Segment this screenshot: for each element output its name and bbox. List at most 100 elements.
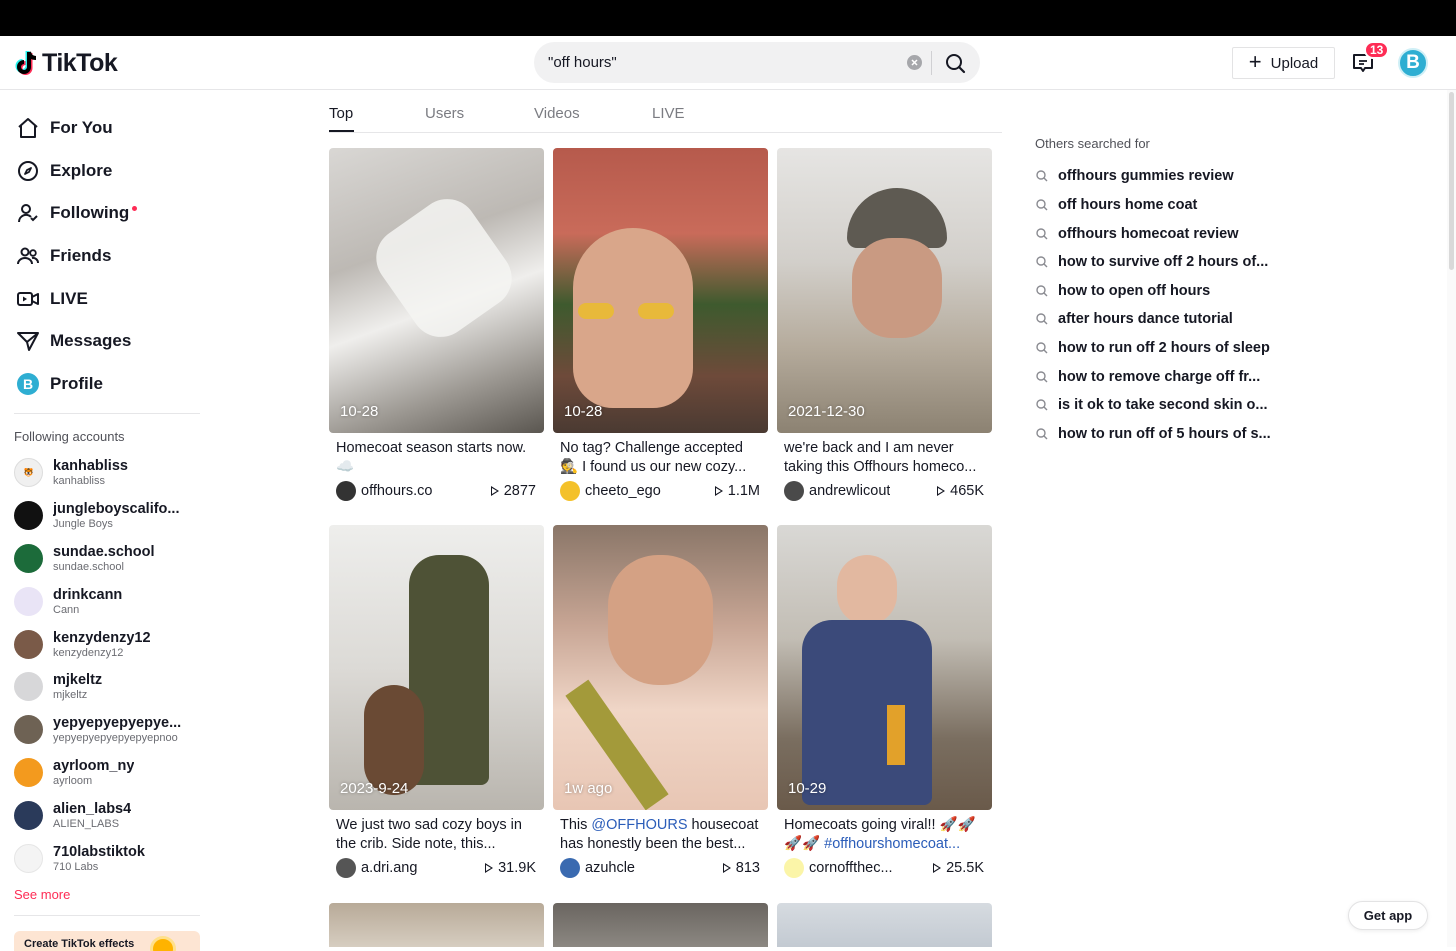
hashtag-link[interactable]: #offhourshomecoat...: [824, 836, 960, 852]
tab-users[interactable]: Users: [425, 105, 464, 122]
video-thumbnail[interactable]: 2021-12-30: [777, 148, 992, 433]
logo-text: TikTok: [42, 48, 118, 77]
nav-profile[interactable]: B Profile: [16, 369, 103, 399]
scrollbar-thumb[interactable]: [1449, 92, 1454, 270]
video-description[interactable]: No tag? Challenge accepted 🕵️ I found us …: [560, 439, 766, 477]
nav-friends[interactable]: Friends: [16, 241, 111, 271]
video-thumbnail[interactable]: 10-28: [329, 148, 544, 433]
creator-avatar[interactable]: [560, 481, 580, 501]
video-description[interactable]: we're back and I am never taking this Off…: [784, 439, 990, 477]
account-name: 710labstiktok: [53, 843, 145, 860]
effects-coin-icon: [150, 936, 176, 951]
video-description[interactable]: Homecoat season starts now. ☁️: [336, 439, 542, 477]
search-suggestion[interactable]: offhours gummies review: [1035, 166, 1234, 186]
nav-live[interactable]: LIVE: [16, 284, 88, 314]
account-handle: Cann: [53, 603, 80, 616]
see-more-link[interactable]: See more: [14, 887, 70, 902]
creator-name[interactable]: cheeto_ego: [585, 483, 661, 499]
search-suggestion[interactable]: is it ok to take second skin o...: [1035, 395, 1268, 415]
tab-videos[interactable]: Videos: [534, 105, 580, 122]
tiktok-logo[interactable]: TikTok: [14, 48, 118, 78]
sidebar-divider: [14, 413, 200, 414]
search-suggestion[interactable]: how to remove charge off fr...: [1035, 367, 1260, 387]
video-thumbnail[interactable]: [777, 903, 992, 947]
video-thumbnail[interactable]: 10-28: [553, 148, 768, 433]
search-icon: [1036, 256, 1048, 268]
get-app-button[interactable]: Get app: [1348, 901, 1428, 930]
search-icon: [1036, 399, 1048, 411]
view-count-value: 31.9K: [498, 860, 536, 876]
create-effects-banner[interactable]: Create TikTok effects: [14, 931, 200, 951]
video-thumbnail[interactable]: 2023-9-24: [329, 525, 544, 810]
suggestion-text: off hours home coat: [1058, 197, 1198, 213]
account-item[interactable]: yepyepyepyepye... yepyepyepyepyepyepnoo: [14, 709, 204, 749]
thumbnail-dog: [364, 685, 424, 795]
creator-avatar[interactable]: [560, 858, 580, 878]
home-icon: [16, 116, 40, 140]
account-item[interactable]: sundae.school sundae.school: [14, 538, 204, 578]
creator-name[interactable]: azuhcle: [585, 860, 635, 876]
nav-for-you[interactable]: For You: [16, 113, 113, 143]
search-suggestion[interactable]: how to survive off 2 hours of...: [1035, 252, 1268, 272]
creator-avatar[interactable]: [784, 481, 804, 501]
creator-avatar[interactable]: [336, 858, 356, 878]
clear-search-icon[interactable]: [907, 55, 922, 70]
creator-name[interactable]: offhours.co: [361, 483, 432, 499]
search-suggestion[interactable]: offhours homecoat review: [1035, 224, 1238, 244]
account-name: sundae.school: [53, 543, 155, 560]
nav-following[interactable]: Following: [16, 198, 138, 228]
creator-name[interactable]: cornoffthec...: [809, 860, 893, 876]
account-name: mjkeltz: [53, 671, 103, 688]
account-handle: mjkeltz: [53, 688, 88, 701]
video-meta: offhours.co 2877: [336, 481, 536, 501]
account-item[interactable]: ayrloom_ny ayrloom: [14, 752, 204, 792]
user-avatar[interactable]: B: [1398, 48, 1428, 78]
account-handle: kenzydenzy12: [53, 646, 124, 659]
account-item[interactable]: kenzydenzy12 kenzydenzy12: [14, 624, 204, 664]
search-input[interactable]: [548, 42, 898, 83]
mention-link[interactable]: @OFFHOURS: [591, 817, 687, 833]
compass-icon: [16, 159, 40, 183]
search-suggestion[interactable]: after hours dance tutorial: [1035, 309, 1233, 329]
account-avatar: [14, 843, 43, 873]
video-thumbnail[interactable]: 1w ago: [553, 525, 768, 810]
desc-line: ☁️: [336, 459, 355, 475]
suggestion-text: how to run off 2 hours of sleep: [1058, 340, 1270, 356]
creator-name[interactable]: a.dri.ang: [361, 860, 417, 876]
account-item[interactable]: 🐯 kanhabliss kanhabliss: [14, 452, 204, 492]
account-handle: ALIEN_LABS: [53, 817, 120, 830]
creator-avatar[interactable]: [336, 481, 356, 501]
account-item[interactable]: jungleboyscalifo... Jungle Boys: [14, 495, 204, 535]
search-divider: [931, 51, 932, 75]
account-item[interactable]: mjkeltz mjkeltz: [14, 666, 204, 706]
thumbnail-coat: [802, 620, 932, 805]
view-count-value: 1.1M: [727, 483, 760, 499]
new-content-dot: [132, 205, 138, 211]
creator-avatar[interactable]: [784, 858, 804, 878]
tab-top[interactable]: Top: [329, 105, 353, 122]
video-description[interactable]: Homecoats going viral!! 🚀🚀 🚀🚀 #offhoursho…: [784, 816, 990, 854]
video-thumbnail[interactable]: [329, 903, 544, 947]
account-item[interactable]: alien_labs4 ALIEN_LABS: [14, 795, 204, 835]
friends-icon: [16, 244, 40, 268]
nav-explore[interactable]: Explore: [16, 156, 112, 186]
creator-name[interactable]: andrewlicout: [809, 483, 890, 499]
search-suggestion[interactable]: how to run off 2 hours of sleep: [1035, 338, 1270, 358]
search-button[interactable]: [939, 48, 971, 78]
account-item[interactable]: drinkcann Cann: [14, 581, 204, 621]
search-icon: [1036, 228, 1048, 240]
tab-live[interactable]: LIVE: [652, 105, 685, 122]
video-description[interactable]: We just two sad cozy boys in the crib. Si…: [336, 816, 542, 854]
video-thumbnail[interactable]: [553, 903, 768, 947]
search-suggestion[interactable]: how to open off hours: [1035, 281, 1210, 301]
account-item[interactable]: 710labstiktok 710 Labs: [14, 838, 204, 878]
video-description[interactable]: This @OFFHOURS housecoat has honestly bee…: [560, 816, 766, 854]
account-name: jungleboyscalifo...: [53, 500, 180, 517]
video-thumbnail[interactable]: 10-29: [777, 525, 992, 810]
search-suggestion[interactable]: off hours home coat: [1035, 195, 1197, 215]
search-suggestion[interactable]: how to run off of 5 hours of s...: [1035, 424, 1271, 444]
nav-messages[interactable]: Messages: [16, 326, 131, 356]
account-handle: ayrloom: [53, 774, 93, 787]
account-avatar: [14, 714, 43, 744]
upload-button[interactable]: + Upload: [1232, 47, 1335, 79]
